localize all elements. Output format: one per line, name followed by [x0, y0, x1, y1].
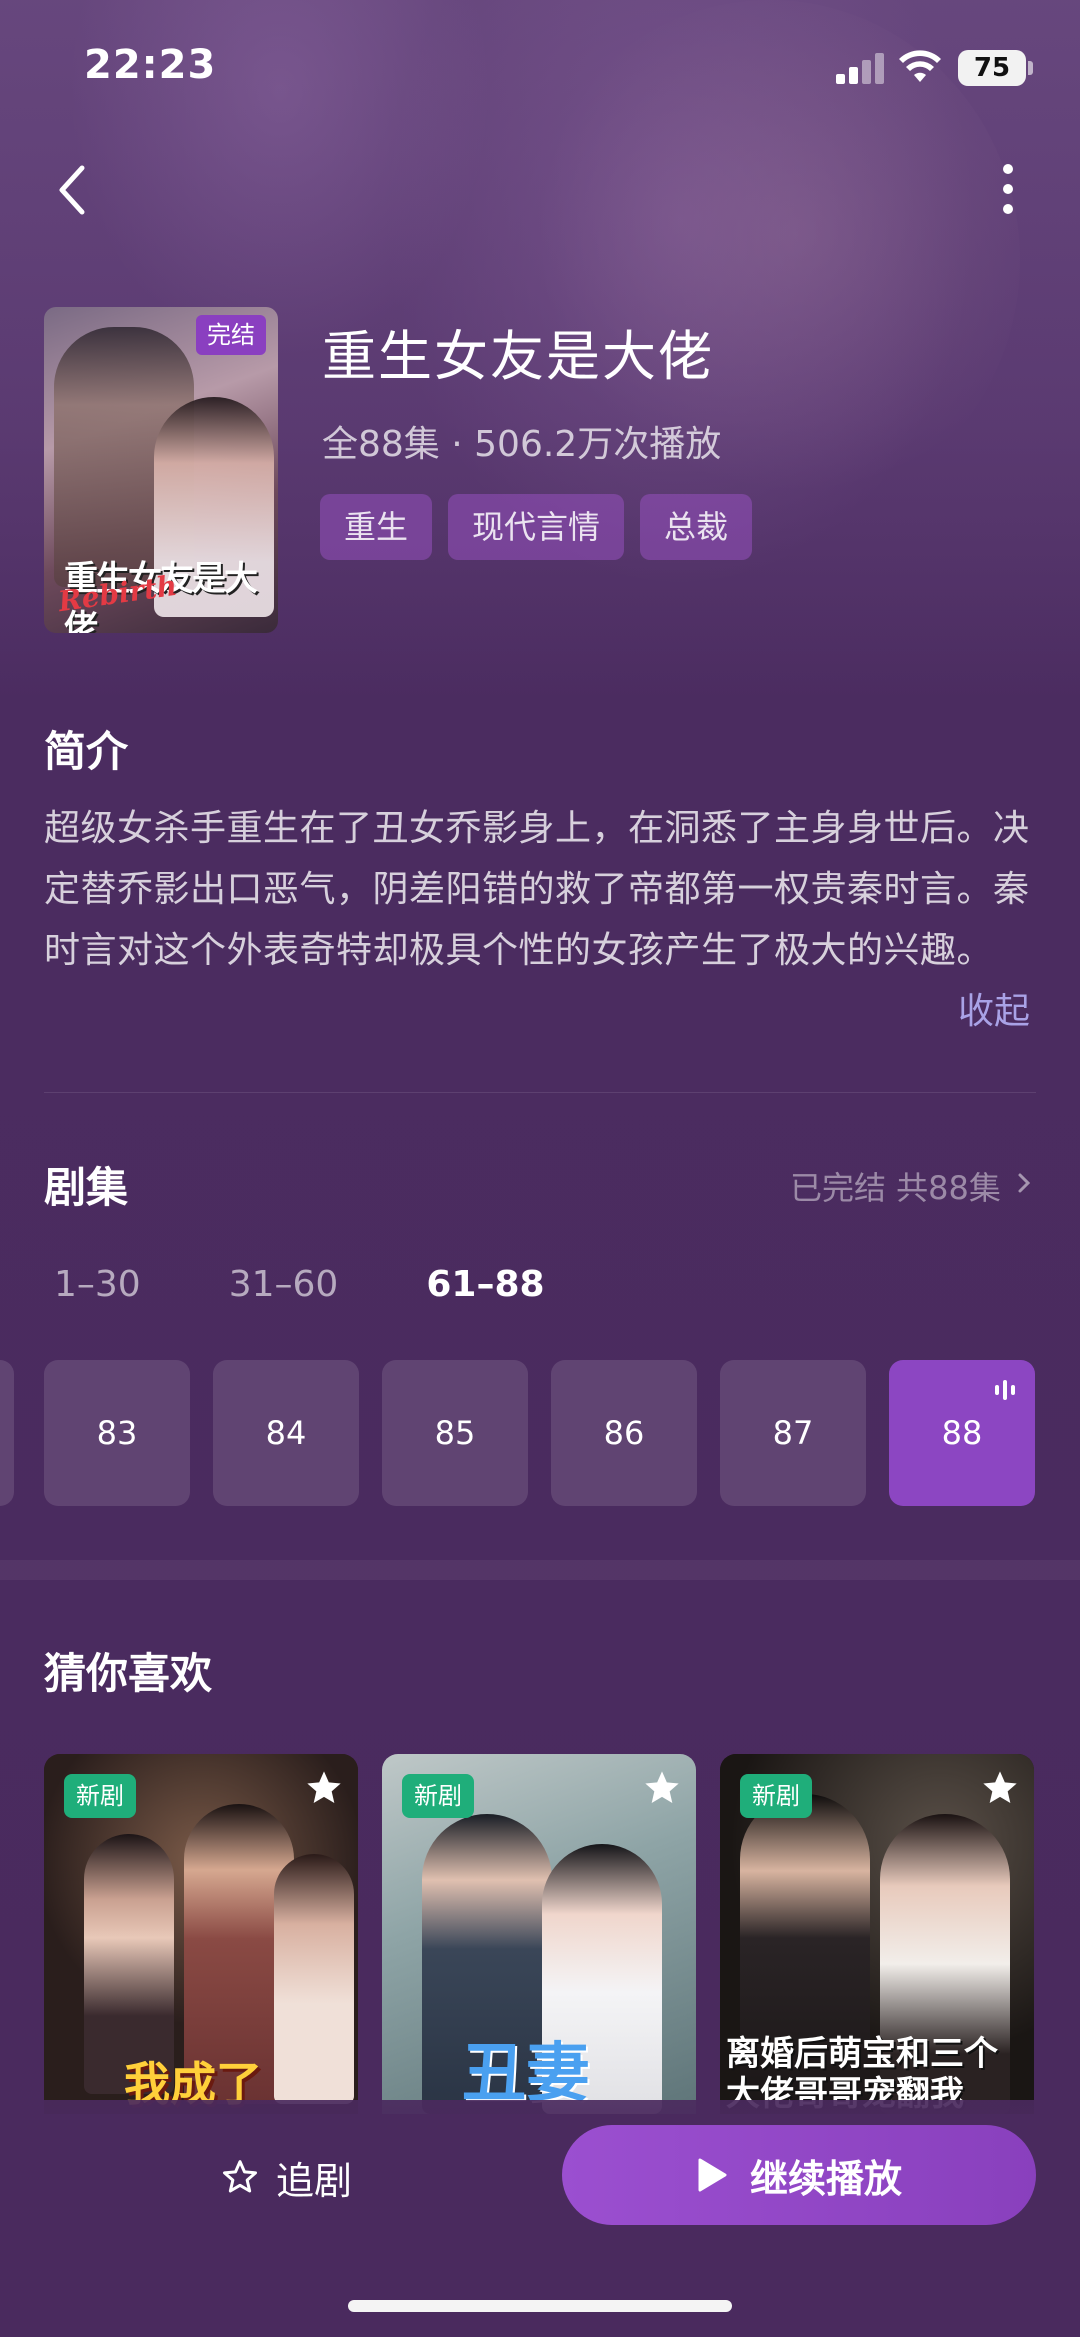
new-drama-badge: 新剧 — [402, 1774, 474, 1818]
section-separator-band — [0, 1560, 1080, 1580]
star-icon[interactable] — [642, 1768, 682, 1808]
chevron-right-icon — [1018, 1173, 1031, 1193]
recommend-card[interactable]: 丑妻 新剧 — [382, 1754, 696, 2114]
tab-range-61-88[interactable]: 61–88 — [426, 1264, 544, 1305]
continue-play-button[interactable]: 继续播放 — [562, 2125, 1036, 2225]
star-outline-icon — [223, 2160, 257, 2193]
follow-drama-button[interactable]: 追剧 — [220, 2147, 352, 2207]
episode-button-partial[interactable] — [0, 1360, 14, 1506]
cellular-signal-icon — [836, 52, 884, 84]
genre-tag[interactable]: 重生 — [320, 494, 433, 560]
episode-button[interactable]: 84 — [213, 1360, 359, 1506]
battery-indicator: 75 — [958, 50, 1026, 86]
section-divider — [44, 1092, 1036, 1093]
episode-button[interactable]: 87 — [720, 1360, 866, 1506]
completed-badge: 完结 — [196, 315, 266, 355]
episode-range-tabs: 1–30 31–60 61–88 — [54, 1264, 633, 1305]
collapse-intro-link[interactable]: 收起 — [958, 982, 1030, 1034]
intro-heading: 简介 — [44, 727, 129, 776]
episodes-status-link[interactable]: 已完结 共88集 — [790, 1163, 1001, 1209]
wifi-icon — [899, 50, 941, 82]
more-dot-icon — [1003, 184, 1013, 194]
episode-button[interactable]: 85 — [382, 1360, 528, 1506]
star-icon[interactable] — [980, 1768, 1020, 1808]
star-icon[interactable] — [304, 1768, 344, 1808]
new-drama-badge: 新剧 — [64, 1774, 136, 1818]
status-time: 22:23 — [84, 42, 217, 88]
recommend-heading: 猜你喜欢 — [44, 1649, 213, 1698]
follow-label: 追剧 — [276, 2158, 353, 2203]
recommend-card[interactable]: 离婚后萌宝和三个大佬哥哥宠翻我 新剧 — [720, 1754, 1034, 2114]
drama-detail-screen: 22:23 75 重生女友是大佬 Rebirth 完结 重生女友是大佬 全88集… — [0, 0, 1080, 2337]
more-options-button[interactable] — [996, 160, 1020, 220]
home-indicator[interactable] — [348, 2300, 732, 2312]
more-dot-icon — [1003, 204, 1013, 214]
genre-tag[interactable]: 总裁 — [640, 494, 753, 560]
tab-range-31-60[interactable]: 31–60 — [229, 1264, 339, 1305]
drama-title: 重生女友是大佬 — [322, 325, 714, 388]
genre-tags: 重生 现代言情 总裁 — [320, 494, 753, 560]
episodes-heading: 剧集 — [44, 1163, 129, 1212]
episode-button[interactable]: 86 — [551, 1360, 697, 1506]
episode-button[interactable]: 83 — [44, 1360, 190, 1506]
episode-button-current[interactable]: 88 — [889, 1360, 1035, 1506]
tab-range-1-30[interactable]: 1–30 — [54, 1264, 141, 1305]
intro-text: 超级女杀手重生在了丑女乔影身上，在洞悉了主身身世后。决定替乔影出口恶气，阴差阳错… — [44, 808, 1030, 971]
drama-meta: 全88集 · 506.2万次播放 — [322, 424, 722, 465]
battery-cap — [1028, 61, 1033, 75]
recommend-card[interactable]: 我成了 新剧 — [44, 1754, 358, 2114]
new-drama-badge: 新剧 — [740, 1774, 812, 1818]
episode-grid: 83 84 85 86 87 88 — [0, 1360, 1080, 1506]
continue-play-label: 继续播放 — [749, 2156, 902, 2201]
status-bar: 22:23 75 — [0, 0, 1080, 135]
back-button[interactable] — [48, 158, 96, 222]
now-playing-icon — [995, 1380, 1017, 1400]
play-icon — [698, 2158, 727, 2192]
more-dot-icon — [1003, 164, 1013, 174]
drama-poster[interactable]: 重生女友是大佬 Rebirth 完结 — [44, 307, 278, 633]
genre-tag[interactable]: 现代言情 — [448, 494, 625, 560]
episode-number: 88 — [941, 1414, 983, 1452]
